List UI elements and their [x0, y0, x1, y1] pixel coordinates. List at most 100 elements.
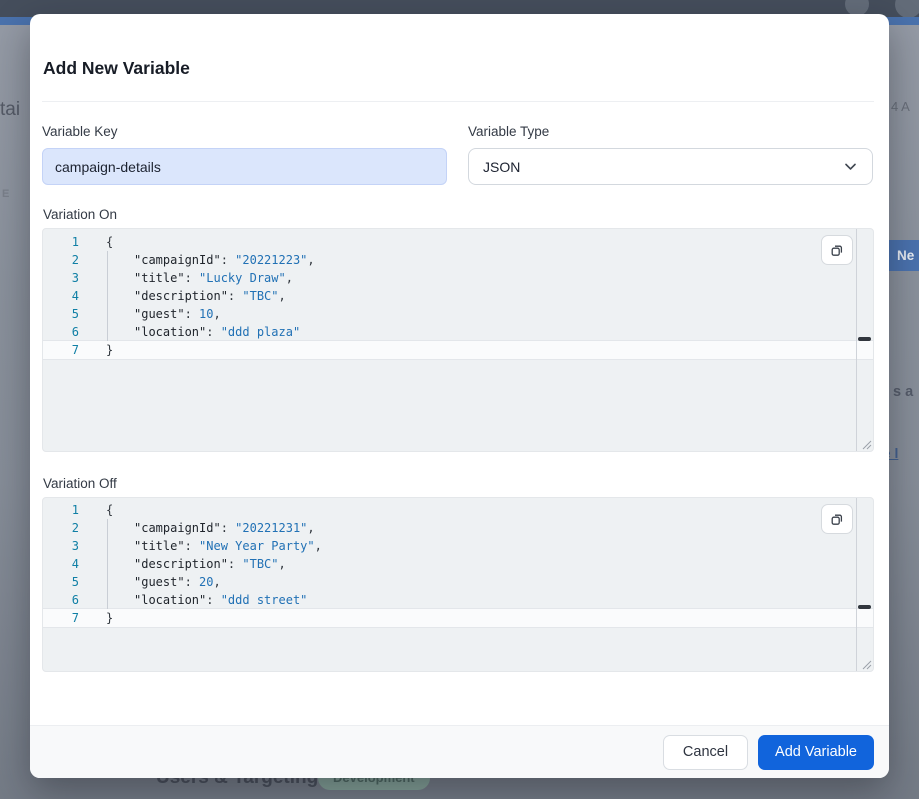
- line-number: 7: [43, 341, 79, 359]
- code-token-value: "ddd plaza": [221, 325, 300, 339]
- scrollbar-track: [856, 229, 857, 451]
- bg-page-heading-fragment: tai: [0, 99, 20, 121]
- variation-on-label: Variation On: [43, 207, 117, 222]
- line-number: 2: [43, 251, 79, 269]
- code-token-key: "title": [134, 539, 185, 553]
- code-token-plain: ,: [279, 289, 286, 303]
- code-token-plain: }: [106, 611, 113, 625]
- code-token-plain: :: [228, 289, 242, 303]
- bg-new-button-fragment: Ne: [889, 240, 919, 271]
- code-token-key: "description": [134, 557, 228, 571]
- code-content: {: [106, 233, 113, 251]
- code-token-value: "New Year Party": [199, 539, 315, 553]
- variation-on-editor[interactable]: 1{2"campaignId": "20221223",3"title": "L…: [42, 228, 874, 452]
- code-token-plain: :: [221, 521, 235, 535]
- code-content: "guest": 20,: [106, 573, 221, 591]
- add-variable-modal: Add New Variable Variable Key Variable T…: [30, 14, 889, 778]
- code-content: }: [106, 609, 113, 627]
- code-line: 2 "campaignId": "20221223",: [43, 251, 873, 269]
- cancel-button[interactable]: Cancel: [663, 735, 748, 770]
- code-content: "description": "TBC",: [106, 287, 286, 305]
- line-number: 3: [43, 269, 79, 287]
- code-token-key: "guest": [134, 575, 185, 589]
- code-token-key: "guest": [134, 307, 185, 321]
- variable-type-select[interactable]: JSON: [468, 148, 873, 185]
- copy-icon: [829, 511, 845, 527]
- code-token-value: "20221223": [235, 253, 307, 267]
- code-token-plain: ,: [307, 521, 314, 535]
- line-number: 1: [43, 501, 79, 519]
- code-line: 7}: [43, 341, 873, 359]
- code-token-plain: ,: [307, 253, 314, 267]
- add-variable-button[interactable]: Add Variable: [758, 735, 874, 770]
- code-content: "title": "New Year Party",: [106, 537, 322, 555]
- code-line: 2 "campaignId": "20221231",: [43, 519, 873, 537]
- screen: tai E 4 A Ne s a ee l Users & Targeting …: [0, 0, 919, 799]
- code-token-plain: ,: [315, 539, 322, 553]
- code-token-value: "TBC": [242, 289, 278, 303]
- line-number: 5: [43, 305, 79, 323]
- code-content: }: [106, 341, 113, 359]
- code-token-value: 20: [199, 575, 213, 589]
- line-number: 2: [43, 519, 79, 537]
- variable-key-input[interactable]: [42, 148, 447, 185]
- header-avatar-icon: [895, 0, 919, 18]
- code-token-plain: {: [106, 235, 113, 249]
- line-number: 1: [43, 233, 79, 251]
- resize-handle[interactable]: [859, 437, 872, 450]
- scrollbar-track: [856, 498, 857, 671]
- line-number: 4: [43, 555, 79, 573]
- modal-title: Add New Variable: [43, 58, 190, 79]
- copy-button[interactable]: [821, 235, 853, 265]
- code-token-key: "campaignId": [134, 521, 221, 535]
- code-token-value: "20221231": [235, 521, 307, 535]
- code-line: 1{: [43, 233, 873, 251]
- code-line: 4 "description": "TBC",: [43, 555, 873, 573]
- code-line: 6"location": "ddd street": [43, 591, 873, 609]
- divider: [42, 101, 874, 102]
- resize-handle[interactable]: [859, 657, 872, 670]
- code-token-plain: :: [221, 253, 235, 267]
- scrollbar-thumb[interactable]: [858, 337, 871, 341]
- code-content: "campaignId": "20221231",: [106, 519, 315, 537]
- code-content: "description": "TBC",: [106, 555, 286, 573]
- chevron-down-icon: [843, 159, 858, 174]
- code-token-plain: ,: [213, 307, 220, 321]
- variation-off-editor[interactable]: 1{2"campaignId": "20221231",3"title": "N…: [42, 497, 874, 672]
- line-number: 5: [43, 573, 79, 591]
- code-token-value: "TBC": [242, 557, 278, 571]
- code-line: 3 "title": "Lucky Draw",: [43, 269, 873, 287]
- code-token-plain: :: [206, 325, 220, 339]
- variation-off-label: Variation Off: [43, 476, 117, 491]
- code-token-plain: :: [228, 557, 242, 571]
- code-token-plain: :: [206, 593, 220, 607]
- code-content: "campaignId": "20221223",: [106, 251, 315, 269]
- code-token-key: "location": [134, 325, 206, 339]
- code-lines: 1{2"campaignId": "20221231",3"title": "N…: [43, 498, 873, 627]
- code-content: "location": "ddd plaza": [106, 323, 300, 341]
- code-token-plain: }: [106, 343, 113, 357]
- variable-key-label: Variable Key: [42, 124, 447, 139]
- line-number: 3: [43, 537, 79, 555]
- code-token-plain: {: [106, 503, 113, 517]
- code-token-key: "title": [134, 271, 185, 285]
- code-lines: 1{2"campaignId": "20221223",3"title": "L…: [43, 229, 873, 359]
- copy-button[interactable]: [821, 504, 853, 534]
- code-content: "guest": 10,: [106, 305, 221, 323]
- code-token-plain: :: [185, 307, 199, 321]
- copy-icon: [829, 242, 845, 258]
- bg-text-fragment: s a: [893, 384, 913, 400]
- code-token-value: "ddd street": [221, 593, 308, 607]
- code-token-key: "description": [134, 289, 228, 303]
- bg-date-fragment: 4 A: [891, 99, 910, 114]
- line-number: 4: [43, 287, 79, 305]
- variable-type-field-group: Variable Type JSON: [468, 124, 873, 185]
- code-content: "title": "Lucky Draw",: [106, 269, 293, 287]
- bg-tab-fragment: E: [2, 188, 9, 200]
- code-content: "location": "ddd street": [106, 591, 307, 609]
- code-line: 1{: [43, 501, 873, 519]
- scrollbar-thumb[interactable]: [858, 605, 871, 609]
- line-number: 7: [43, 609, 79, 627]
- code-line: 7}: [43, 609, 873, 627]
- code-token-plain: ,: [213, 575, 220, 589]
